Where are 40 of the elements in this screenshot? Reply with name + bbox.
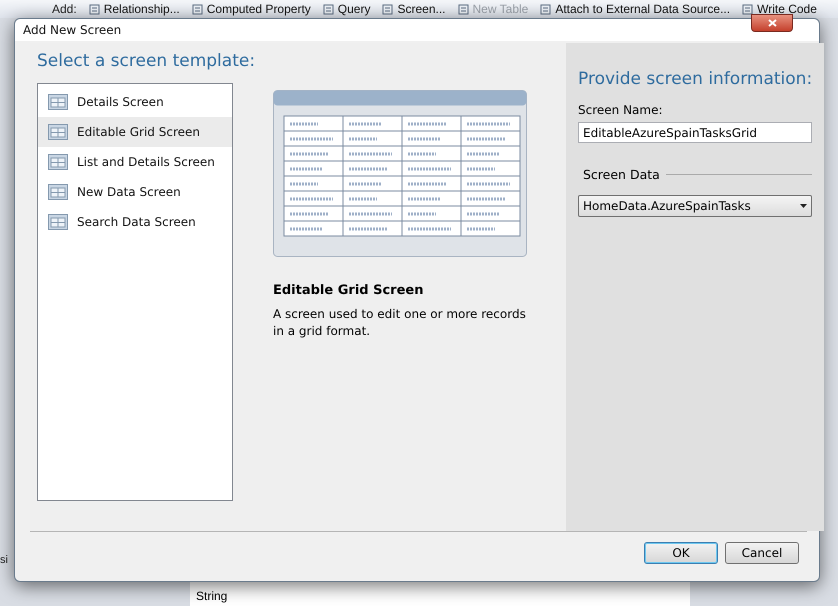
toolbar-icon <box>458 3 470 15</box>
toolbar-icon <box>382 3 394 15</box>
toolbar-label: Add: <box>52 2 77 16</box>
info-heading: Provide screen information: <box>578 69 812 89</box>
toolbar-icon <box>322 3 335 15</box>
template-icon <box>48 124 68 140</box>
window-title: Add New Screen <box>23 23 122 37</box>
grid-cell-text: String <box>195 588 228 605</box>
toolbar-icon <box>540 3 552 15</box>
preview-title: Editable Grid Screen <box>273 283 424 298</box>
template-icon <box>48 94 68 110</box>
template-icon <box>48 184 68 200</box>
template-item[interactable]: List and Details Screen <box>38 147 232 177</box>
screen-data-dropdown[interactable]: HomeData.AzureSpainTasks <box>578 195 812 217</box>
template-item[interactable]: Search Data Screen <box>38 207 232 237</box>
caret-icon <box>800 204 808 208</box>
toolbar-icon <box>88 3 101 15</box>
toolbar-button[interactable]: Attach to External Data Source... <box>540 2 730 16</box>
screen-name-field[interactable]: EditableAzureSpainTasksGrid <box>578 122 812 143</box>
side-text: si <box>0 554 9 566</box>
toolbar-button[interactable]: Query <box>322 2 370 16</box>
toolbar-button[interactable]: Computed Property <box>192 2 311 16</box>
toolbar-button[interactable]: Relationship... <box>88 2 180 16</box>
close-icon <box>768 19 776 27</box>
template-item[interactable]: New Data Screen <box>38 177 232 207</box>
screen-data-label: Screen Data <box>583 167 660 182</box>
template-icon <box>48 214 68 230</box>
preview-description: A screen used to edit one or more records in a grid format. <box>273 306 527 340</box>
template-icon <box>48 154 68 170</box>
toolbar-icon <box>742 3 754 15</box>
dialog-button[interactable]: Cancel <box>725 542 799 564</box>
template-item[interactable]: Details Screen <box>38 87 232 117</box>
dialog-button[interactable]: OK <box>644 542 718 564</box>
screen-name-label: Screen Name: <box>578 103 664 117</box>
toolbar-icon <box>192 3 204 15</box>
toolbar-button[interactable]: Screen... <box>382 2 446 16</box>
close-button[interactable] <box>751 14 793 32</box>
toolbar-button[interactable]: Write Code <box>742 2 817 16</box>
template-item[interactable]: Editable Grid Screen <box>38 117 232 147</box>
template-heading: Select a screen template: <box>37 51 256 71</box>
